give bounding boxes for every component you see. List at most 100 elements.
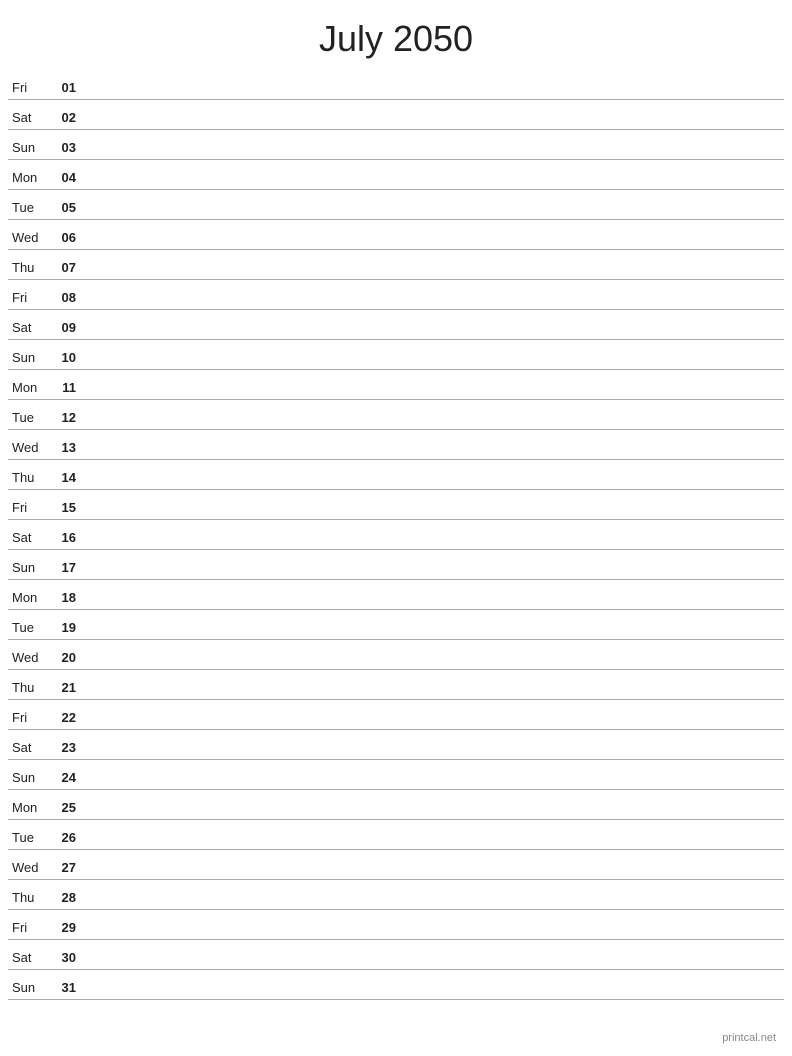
table-row: Thu28	[8, 880, 784, 910]
day-name: Sat	[8, 530, 48, 547]
day-number: 08	[48, 290, 76, 307]
day-number: 03	[48, 140, 76, 157]
table-row: Sat02	[8, 100, 784, 130]
day-number: 31	[48, 980, 76, 997]
table-row: Thu21	[8, 670, 784, 700]
day-line	[76, 966, 784, 967]
table-row: Sun10	[8, 340, 784, 370]
day-line	[76, 216, 784, 217]
day-line	[76, 786, 784, 787]
day-line	[76, 546, 784, 547]
day-line	[76, 306, 784, 307]
day-line	[76, 246, 784, 247]
day-line	[76, 366, 784, 367]
day-line	[76, 696, 784, 697]
day-number: 14	[48, 470, 76, 487]
day-number: 26	[48, 830, 76, 847]
day-line	[76, 576, 784, 577]
day-number: 16	[48, 530, 76, 547]
day-name: Fri	[8, 500, 48, 517]
day-number: 23	[48, 740, 76, 757]
table-row: Sun24	[8, 760, 784, 790]
table-row: Tue12	[8, 400, 784, 430]
table-row: Wed13	[8, 430, 784, 460]
day-name: Sun	[8, 140, 48, 157]
day-number: 04	[48, 170, 76, 187]
day-number: 06	[48, 230, 76, 247]
day-name: Sun	[8, 350, 48, 367]
table-row: Fri01	[8, 70, 784, 100]
day-number: 25	[48, 800, 76, 817]
day-name: Wed	[8, 440, 48, 457]
day-name: Fri	[8, 290, 48, 307]
day-number: 19	[48, 620, 76, 637]
day-name: Tue	[8, 410, 48, 427]
table-row: Fri29	[8, 910, 784, 940]
table-row: Fri22	[8, 700, 784, 730]
table-row: Mon25	[8, 790, 784, 820]
day-line	[76, 666, 784, 667]
day-line	[76, 876, 784, 877]
day-name: Mon	[8, 590, 48, 607]
table-row: Thu14	[8, 460, 784, 490]
table-row: Mon18	[8, 580, 784, 610]
table-row: Mon11	[8, 370, 784, 400]
day-number: 24	[48, 770, 76, 787]
table-row: Thu07	[8, 250, 784, 280]
day-name: Fri	[8, 920, 48, 937]
day-name: Tue	[8, 200, 48, 217]
day-number: 20	[48, 650, 76, 667]
day-line	[76, 636, 784, 637]
day-line	[76, 516, 784, 517]
day-line	[76, 726, 784, 727]
page-title: July 2050	[0, 0, 792, 70]
table-row: Sat16	[8, 520, 784, 550]
day-name: Thu	[8, 890, 48, 907]
table-row: Sat09	[8, 310, 784, 340]
day-name: Wed	[8, 650, 48, 667]
day-name: Tue	[8, 830, 48, 847]
day-number: 29	[48, 920, 76, 937]
day-name: Wed	[8, 860, 48, 877]
day-line	[76, 186, 784, 187]
day-name: Mon	[8, 380, 48, 397]
footer-label: printcal.net	[722, 1032, 776, 1044]
calendar-grid: Fri01Sat02Sun03Mon04Tue05Wed06Thu07Fri08…	[0, 70, 792, 1000]
day-number: 22	[48, 710, 76, 727]
day-line	[76, 426, 784, 427]
day-number: 09	[48, 320, 76, 337]
table-row: Tue19	[8, 610, 784, 640]
day-number: 11	[48, 380, 76, 397]
table-row: Sat23	[8, 730, 784, 760]
day-line	[76, 816, 784, 817]
table-row: Fri15	[8, 490, 784, 520]
table-row: Tue05	[8, 190, 784, 220]
day-name: Sun	[8, 770, 48, 787]
day-number: 01	[48, 80, 76, 97]
day-name: Thu	[8, 470, 48, 487]
day-name: Sun	[8, 980, 48, 997]
day-line	[76, 396, 784, 397]
day-line	[76, 276, 784, 277]
day-line	[76, 936, 784, 937]
table-row: Sat30	[8, 940, 784, 970]
day-line	[76, 756, 784, 757]
table-row: Tue26	[8, 820, 784, 850]
day-line	[76, 486, 784, 487]
day-line	[76, 996, 784, 997]
day-line	[76, 156, 784, 157]
day-number: 28	[48, 890, 76, 907]
table-row: Wed06	[8, 220, 784, 250]
table-row: Mon04	[8, 160, 784, 190]
day-number: 05	[48, 200, 76, 217]
day-number: 17	[48, 560, 76, 577]
table-row: Sun17	[8, 550, 784, 580]
day-number: 07	[48, 260, 76, 277]
day-line	[76, 336, 784, 337]
day-name: Sun	[8, 560, 48, 577]
day-number: 21	[48, 680, 76, 697]
day-name: Wed	[8, 230, 48, 247]
day-number: 30	[48, 950, 76, 967]
table-row: Sun31	[8, 970, 784, 1000]
day-name: Thu	[8, 680, 48, 697]
